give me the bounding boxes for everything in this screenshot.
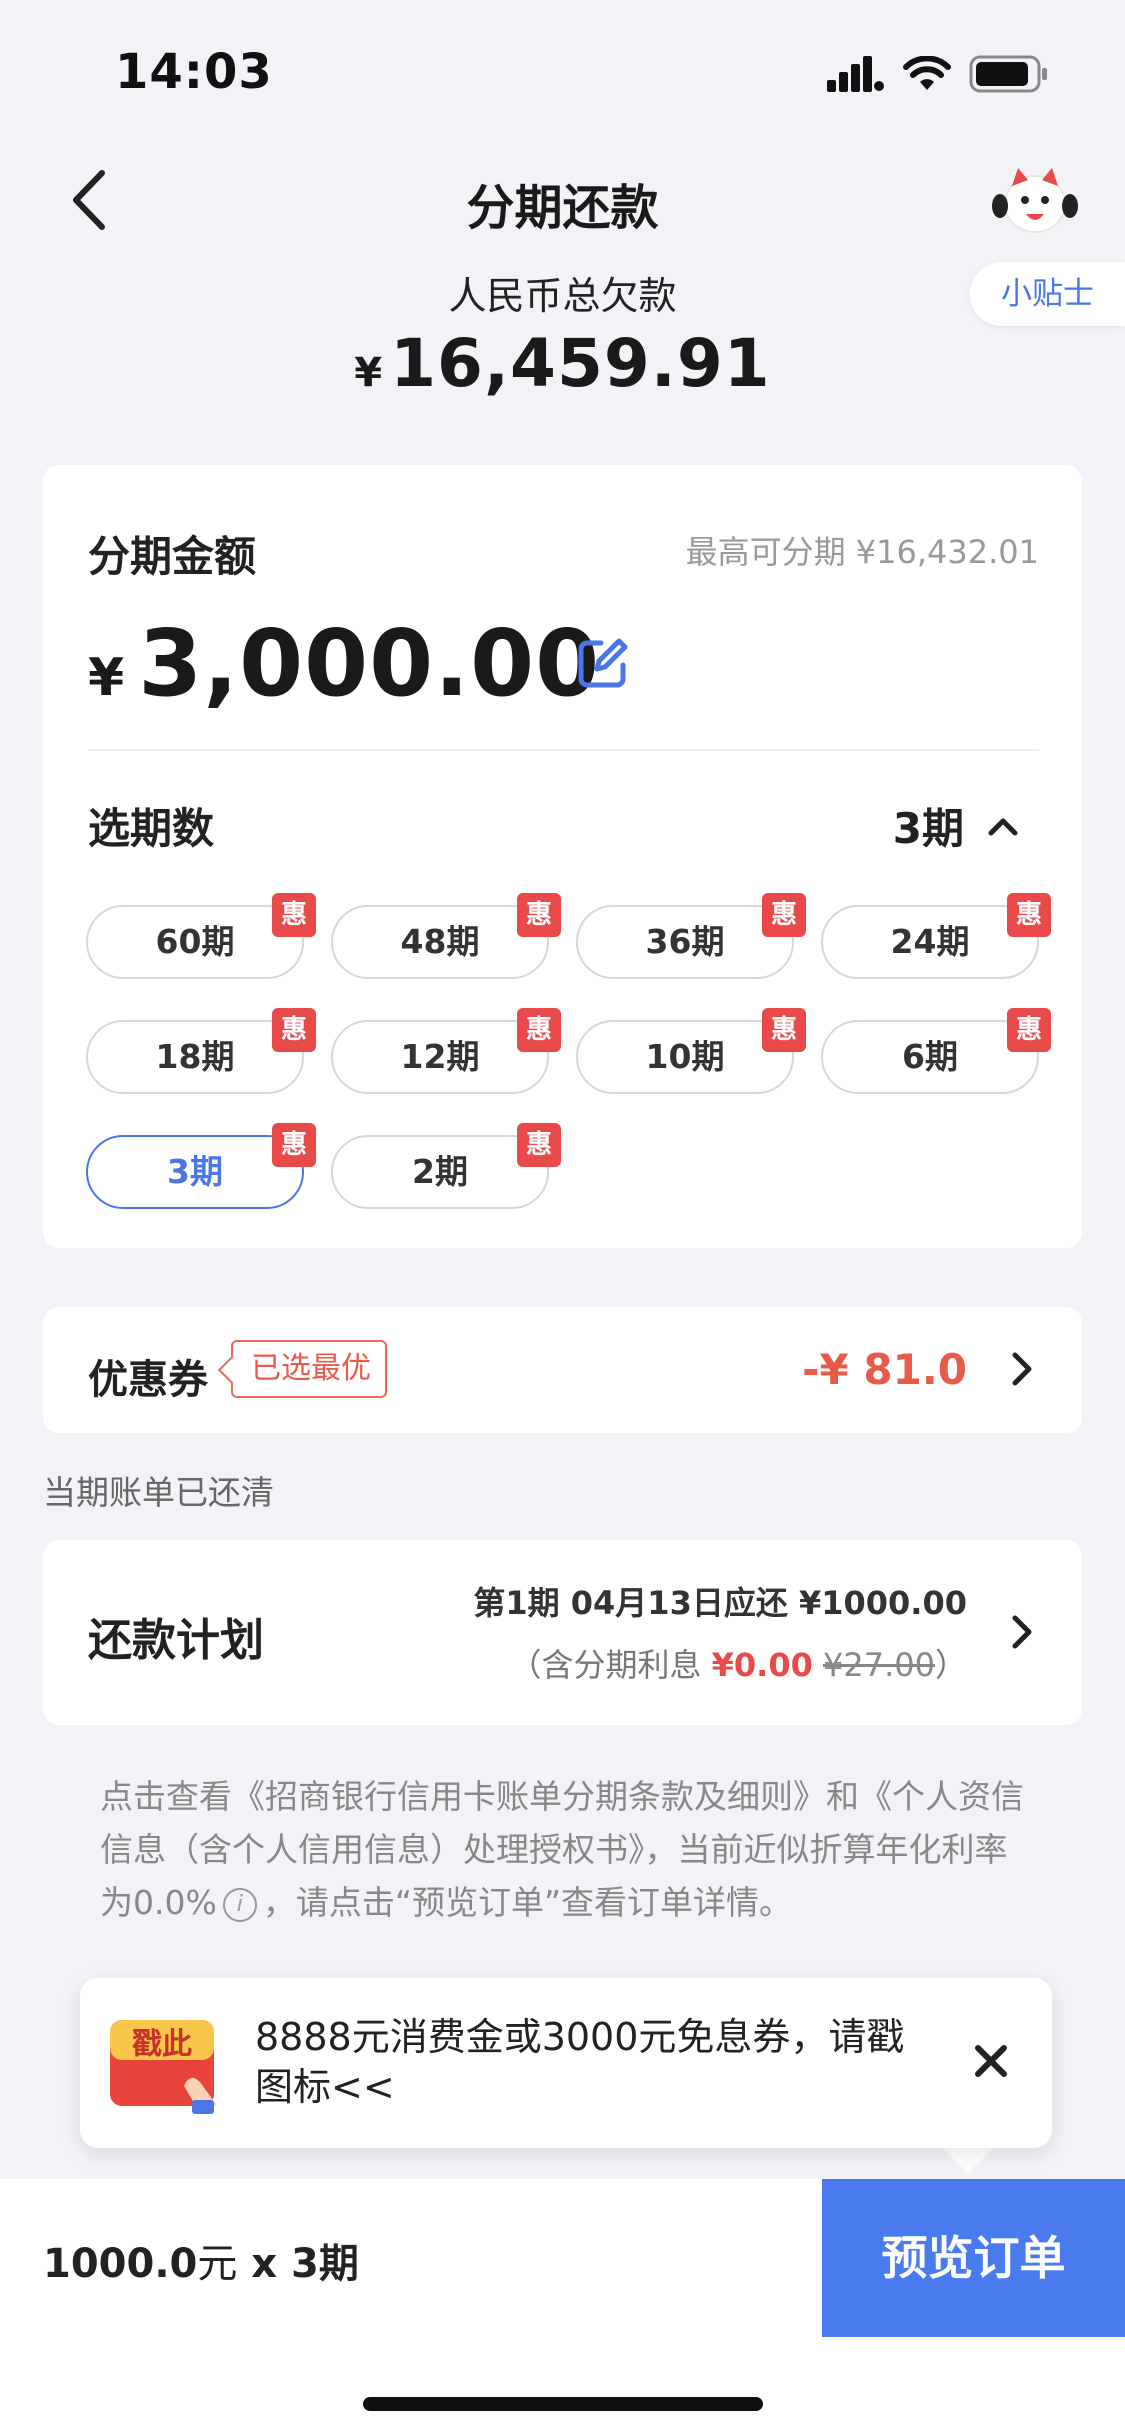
preview-order-button[interactable]: 预览订单 bbox=[822, 2179, 1125, 2337]
discount-badge: 惠 bbox=[762, 893, 806, 937]
total-debt-amount: ¥16,459.91 bbox=[0, 325, 1125, 402]
mascot-icon bbox=[992, 168, 1078, 233]
chevron-right-icon bbox=[1007, 1612, 1037, 1652]
coupon-value: -¥ 81.0 bbox=[802, 1345, 967, 1394]
bill-status-note: 当期账单已还清 bbox=[43, 1473, 274, 1512]
max-installment-label: 最高可分期 ¥16,432.01 bbox=[685, 533, 1039, 571]
info-icon[interactable]: i bbox=[222, 1887, 257, 1922]
discount-badge: 惠 bbox=[1007, 893, 1051, 937]
battery-icon bbox=[969, 55, 1047, 93]
discount-badge: 惠 bbox=[517, 1123, 561, 1167]
home-indicator bbox=[363, 2397, 763, 2411]
discount-badge: 惠 bbox=[1007, 1008, 1051, 1052]
red-envelope-text: 戳此 bbox=[132, 2027, 192, 2062]
discount-badge: 惠 bbox=[272, 1123, 316, 1167]
status-icons bbox=[827, 55, 1049, 93]
period-option-3[interactable]: 3期惠 bbox=[86, 1123, 316, 1209]
interest-info: （含分期利息 ¥0.00 ¥27.00） bbox=[509, 1646, 967, 1684]
original-interest: ¥27.00 bbox=[823, 1646, 935, 1684]
period-option-48[interactable]: 48期惠 bbox=[331, 893, 561, 979]
period-selector[interactable]: 3期 bbox=[893, 795, 1018, 856]
period-option-18[interactable]: 18期惠 bbox=[86, 1008, 316, 1094]
coupon-tag: 已选最优 bbox=[231, 1340, 387, 1398]
wifi-icon bbox=[903, 56, 951, 90]
period-option-10[interactable]: 10期惠 bbox=[576, 1008, 806, 1094]
period-option-6[interactable]: 6期惠 bbox=[821, 1008, 1051, 1094]
promo-text: 8888元消费金或3000元免息券，请戳图标<< bbox=[255, 2015, 905, 2109]
installment-amount-value: 3,000.00 bbox=[138, 610, 601, 717]
coupon-row[interactable]: 优惠券 已选最优 -¥ 81.0 bbox=[43, 1307, 1082, 1433]
period-option-36[interactable]: 36期惠 bbox=[576, 893, 806, 979]
safe-area bbox=[0, 2337, 1125, 2435]
close-icon bbox=[975, 2045, 1007, 2077]
promo-banner[interactable]: 戳此 8888元消费金或3000元免息券，请戳图标<< bbox=[80, 1978, 1052, 2148]
discount-badge: 惠 bbox=[517, 893, 561, 937]
first-payment-info: 第1期 04月13日应还 ¥1000.00 bbox=[473, 1584, 967, 1622]
installment-amount-label: 分期金额 bbox=[88, 532, 257, 581]
currency-symbol: ¥ bbox=[88, 648, 125, 708]
divider bbox=[88, 749, 1039, 751]
discount-badge: 惠 bbox=[517, 1008, 561, 1052]
period-label: 选期数 bbox=[88, 804, 215, 853]
discount-badge: 惠 bbox=[762, 1008, 806, 1052]
selected-period-value: 3期 bbox=[892, 804, 964, 853]
red-envelope-icon[interactable]: 戳此 bbox=[106, 2016, 226, 2116]
edit-amount-button[interactable] bbox=[575, 635, 631, 691]
edit-icon bbox=[578, 638, 628, 688]
currency-symbol: ¥ bbox=[354, 350, 383, 396]
installment-card: 分期金额 最高可分期 ¥16,432.01 ¥3,000.00 选期数 3期 6… bbox=[43, 465, 1082, 1248]
period-option-12[interactable]: 12期惠 bbox=[331, 1008, 561, 1094]
bottom-bar: 1000.0元 x 3期 预览订单 bbox=[0, 2179, 1125, 2337]
interest-value: ¥0.00 bbox=[711, 1646, 813, 1684]
status-time: 14:03 bbox=[115, 44, 273, 100]
period-option-24[interactable]: 24期惠 bbox=[821, 893, 1051, 979]
chevron-right-icon bbox=[1007, 1349, 1037, 1389]
order-summary: 1000.0元 x 3期 bbox=[43, 2241, 359, 2287]
terms-text[interactable]: 点击查看《招商银行信用卡账单分期条款及细则》和《个人资信信息（含个人信用信息）处… bbox=[100, 1770, 1035, 1929]
page-title: 分期还款 bbox=[466, 180, 659, 236]
close-promo-button[interactable] bbox=[970, 2040, 1012, 2082]
coupon-label: 优惠券 bbox=[88, 1357, 208, 1403]
period-option-60[interactable]: 60期惠 bbox=[86, 893, 316, 979]
signal-icon bbox=[827, 56, 884, 92]
total-debt-label: 人民币总欠款 bbox=[448, 274, 677, 318]
discount-badge: 惠 bbox=[272, 1008, 316, 1052]
repayment-plan-row[interactable]: 还款计划 第1期 04月13日应还 ¥1000.00 （含分期利息 ¥0.00 … bbox=[43, 1540, 1082, 1725]
repayment-plan-label: 还款计划 bbox=[88, 1615, 264, 1666]
total-debt-value: 16,459.91 bbox=[390, 325, 771, 402]
customer-service-mascot[interactable] bbox=[990, 160, 1080, 240]
chevron-up-icon bbox=[988, 818, 1018, 835]
discount-badge: 惠 bbox=[272, 893, 316, 937]
installment-amount: ¥3,000.00 bbox=[88, 610, 600, 717]
period-option-2[interactable]: 2期惠 bbox=[331, 1123, 561, 1209]
